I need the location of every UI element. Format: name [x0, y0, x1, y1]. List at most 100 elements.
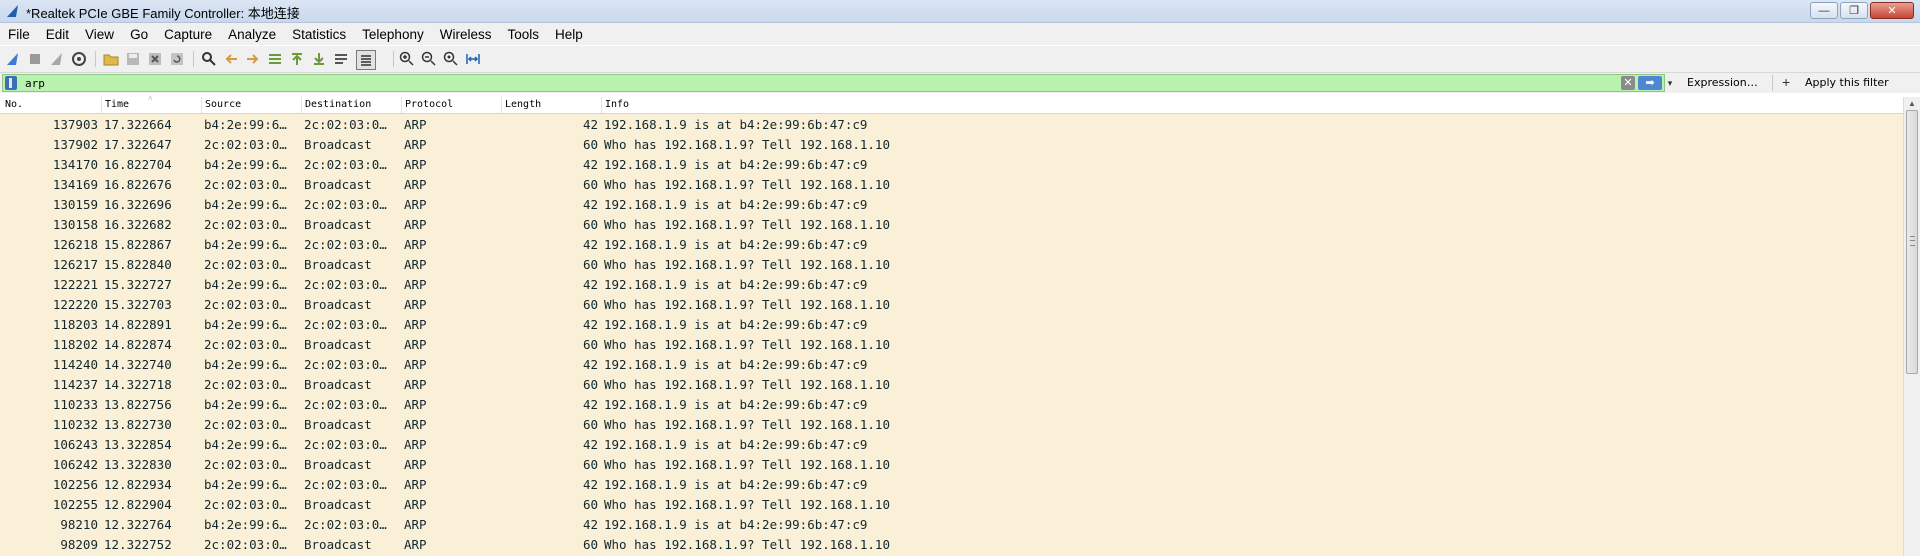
packet-row[interactable]: 137903 17.322664 b4:2e:99:6… 2c:02:03:0… ARP… — [0, 114, 1903, 134]
cell-protocol: ARP — [404, 517, 427, 532]
colorize-icon[interactable] — [356, 50, 376, 70]
column-header-length[interactable]: Length — [505, 99, 541, 110]
column-header-no[interactable]: No. — [5, 99, 23, 110]
cell-protocol: ARP — [404, 397, 427, 412]
cell-no: 122220 — [52, 297, 98, 312]
menu-telephony[interactable]: Telephony — [354, 27, 432, 42]
vertical-scrollbar[interactable]: ▲ — [1903, 97, 1920, 556]
packet-row[interactable]: 106242 13.322830 2c:02:03:0… Broadcast ARP 60… — [0, 454, 1903, 474]
column-header-destination[interactable]: Destination — [305, 99, 371, 110]
column-header-info[interactable]: Info — [605, 99, 629, 110]
menu-analyze[interactable]: Analyze — [220, 27, 284, 42]
cell-source: 2c:02:03:0… — [204, 417, 287, 432]
column-header-source[interactable]: Source — [205, 99, 241, 110]
menu-go[interactable]: Go — [122, 27, 156, 42]
packet-row[interactable]: 98210 12.322764 b4:2e:99:6… 2c:02:03:0… ARP 4… — [0, 514, 1903, 534]
cell-info: Who has 192.168.1.9? Tell 192.168.1.10 — [604, 497, 890, 512]
menu-help[interactable]: Help — [547, 27, 591, 42]
stop-capture-icon[interactable] — [26, 50, 44, 68]
packet-row[interactable]: 118203 14.822891 b4:2e:99:6… 2c:02:03:0… ARP… — [0, 314, 1903, 334]
display-filter-field[interactable]: ✕ ➡ — [2, 74, 1665, 92]
packet-row[interactable]: 126217 15.822840 2c:02:03:0… Broadcast ARP 60… — [0, 254, 1903, 274]
packet-row[interactable]: 122221 15.322727 b4:2e:99:6… 2c:02:03:0… ARP… — [0, 274, 1903, 294]
cell-source: b4:2e:99:6… — [204, 397, 287, 412]
menu-file[interactable]: File — [0, 27, 38, 42]
toolbar-separator — [95, 51, 96, 67]
zoom-in-icon[interactable] — [398, 50, 416, 68]
column-divider[interactable] — [601, 97, 602, 113]
packet-row[interactable]: 106243 13.322854 b4:2e:99:6… 2c:02:03:0… ARP… — [0, 434, 1903, 454]
packet-row[interactable]: 134169 16.822676 2c:02:03:0… Broadcast ARP 60… — [0, 174, 1903, 194]
menu-tools[interactable]: Tools — [499, 27, 547, 42]
packet-row[interactable]: 110233 13.822756 b4:2e:99:6… 2c:02:03:0… ARP… — [0, 394, 1903, 414]
go-to-packet-icon[interactable] — [266, 50, 284, 68]
wireshark-fin-icon — [5, 3, 21, 19]
zoom-normal-icon[interactable] — [442, 50, 460, 68]
restart-capture-icon[interactable] — [48, 50, 66, 68]
cell-protocol: ARP — [404, 177, 427, 192]
reload-file-icon[interactable] — [168, 50, 186, 68]
first-packet-icon[interactable] — [288, 50, 306, 68]
column-divider[interactable] — [101, 97, 102, 113]
cell-info: 192.168.1.9 is at b4:2e:99:6b:47:c9 — [604, 477, 868, 492]
column-divider[interactable] — [201, 97, 202, 113]
column-header-time[interactable]: Time — [105, 99, 129, 110]
packet-row[interactable]: 102256 12.822934 b4:2e:99:6… 2c:02:03:0… ARP… — [0, 474, 1903, 494]
filter-bookmark-icon[interactable] — [5, 76, 17, 90]
column-divider[interactable] — [301, 97, 302, 113]
cell-no: 137903 — [52, 117, 98, 132]
add-filter-button-icon[interactable]: + — [1782, 74, 1790, 90]
column-divider[interactable] — [401, 97, 402, 113]
packet-row[interactable]: 126218 15.822867 b4:2e:99:6… 2c:02:03:0… ARP… — [0, 234, 1903, 254]
packet-row[interactable]: 122220 15.322703 2c:02:03:0… Broadcast ARP 60… — [0, 294, 1903, 314]
close-file-icon[interactable] — [146, 50, 164, 68]
display-filter-input[interactable] — [25, 76, 1605, 90]
save-file-icon[interactable] — [124, 50, 142, 68]
go-forward-icon[interactable] — [244, 50, 262, 68]
cell-length: 42 — [582, 157, 598, 172]
packet-row[interactable]: 114237 14.322718 2c:02:03:0… Broadcast ARP 60… — [0, 374, 1903, 394]
cell-length: 60 — [582, 297, 598, 312]
resize-columns-icon[interactable] — [464, 50, 482, 68]
packet-row[interactable]: 134170 16.822704 b4:2e:99:6… 2c:02:03:0… ARP… — [0, 154, 1903, 174]
cell-source: 2c:02:03:0… — [204, 457, 287, 472]
last-packet-icon[interactable] — [310, 50, 328, 68]
column-header-protocol[interactable]: Protocol — [405, 99, 453, 110]
packet-row[interactable]: 130159 16.322696 b4:2e:99:6… 2c:02:03:0… ARP… — [0, 194, 1903, 214]
expression-button[interactable]: Expression… — [1687, 76, 1758, 89]
cell-destination: Broadcast — [304, 137, 372, 152]
packet-row[interactable]: 110232 13.822730 2c:02:03:0… Broadcast ARP 60… — [0, 414, 1903, 434]
find-packet-icon[interactable] — [200, 50, 218, 68]
cell-info: 192.168.1.9 is at b4:2e:99:6b:47:c9 — [604, 277, 868, 292]
menu-edit[interactable]: Edit — [38, 27, 77, 42]
open-file-icon[interactable] — [102, 50, 120, 68]
minimize-button[interactable]: — — [1810, 2, 1838, 19]
autoscroll-icon[interactable] — [332, 50, 350, 68]
capture-options-icon[interactable] — [70, 50, 88, 68]
menu-view[interactable]: View — [77, 27, 122, 42]
packet-row[interactable]: 137902 17.322647 2c:02:03:0… Broadcast ARP 60… — [0, 134, 1903, 154]
scroll-up-arrow-icon[interactable]: ▲ — [1907, 99, 1917, 109]
start-capture-icon[interactable] — [4, 50, 22, 68]
maximize-button[interactable]: ❐ — [1840, 2, 1868, 19]
menu-wireless[interactable]: Wireless — [432, 27, 500, 42]
packet-row[interactable]: 118202 14.822874 2c:02:03:0… Broadcast ARP 60… — [0, 334, 1903, 354]
window-controls: — ❐ ✕ — [1810, 2, 1914, 19]
close-button[interactable]: ✕ — [1870, 2, 1914, 19]
zoom-out-icon[interactable] — [420, 50, 438, 68]
cell-source: b4:2e:99:6… — [204, 197, 287, 212]
apply-this-filter-button[interactable]: Apply this filter — [1805, 76, 1889, 89]
scrollbar-thumb[interactable] — [1906, 110, 1918, 374]
apply-filter-arrow-icon[interactable]: ➡ — [1638, 76, 1662, 90]
packet-row[interactable]: 130158 16.322682 2c:02:03:0… Broadcast ARP 60… — [0, 214, 1903, 234]
menu-statistics[interactable]: Statistics — [284, 27, 354, 42]
packet-row[interactable]: 98209 12.322752 2c:02:03:0… Broadcast ARP 60 W… — [0, 534, 1903, 554]
menu-capture[interactable]: Capture — [156, 27, 220, 42]
column-divider[interactable] — [501, 97, 502, 113]
packet-row[interactable]: 114240 14.322740 b4:2e:99:6… 2c:02:03:0… ARP… — [0, 354, 1903, 374]
filter-history-dropdown-icon[interactable]: ▾ — [1663, 75, 1677, 91]
cell-source: b4:2e:99:6… — [204, 517, 287, 532]
packet-row[interactable]: 102255 12.822904 2c:02:03:0… Broadcast ARP 60… — [0, 494, 1903, 514]
go-back-icon[interactable] — [222, 50, 240, 68]
clear-filter-icon[interactable]: ✕ — [1621, 76, 1635, 90]
